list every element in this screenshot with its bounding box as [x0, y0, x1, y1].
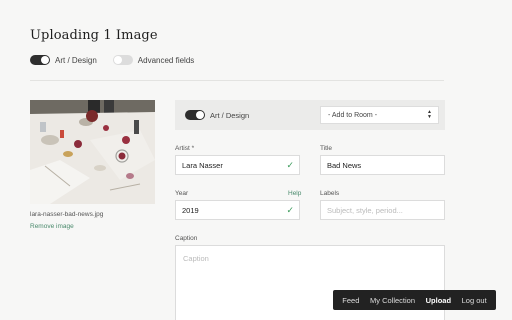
- year-label: Year: [175, 190, 189, 197]
- image-filename: lara-nasser-bad-news.jpg: [30, 211, 104, 218]
- toggle-knob: [41, 56, 49, 64]
- title-input[interactable]: Bad News: [320, 155, 445, 175]
- artist-value: Lara Nasser: [182, 160, 223, 170]
- artwork-image: [30, 100, 155, 204]
- page-title: Uploading 1 Image: [30, 28, 158, 43]
- toggle-knob: [113, 56, 122, 64]
- remove-image-link[interactable]: Remove image: [30, 223, 74, 230]
- nav-upload[interactable]: Upload: [426, 296, 451, 305]
- add-to-room-value: - Add to Room -: [328, 111, 378, 119]
- title-label: Title: [320, 145, 333, 152]
- nav-log-out[interactable]: Log out: [462, 296, 487, 305]
- art-design-toggle[interactable]: [30, 55, 50, 65]
- toggle-knob: [196, 111, 204, 119]
- artist-input[interactable]: Lara Nasser ✓: [175, 155, 300, 175]
- labels-placeholder: Subject, style, period...: [327, 205, 403, 215]
- bar-art-design-label: Art / Design: [210, 110, 250, 120]
- advanced-fields-toggle-label: Advanced fields: [137, 55, 195, 65]
- divider: [30, 80, 444, 81]
- select-arrows-icon: ▲ ▼: [427, 109, 432, 120]
- nav-feed[interactable]: Feed: [342, 296, 359, 305]
- advanced-fields-toggle-group[interactable]: Advanced fields: [112, 55, 195, 65]
- artwork-thumbnail: [30, 100, 155, 204]
- advanced-fields-toggle[interactable]: [112, 55, 133, 65]
- category-bar: Art / Design - Add to Room - ▲ ▼: [175, 100, 445, 130]
- caption-placeholder: Caption: [183, 254, 209, 263]
- art-design-toggle-label: Art / Design: [55, 55, 97, 65]
- labels-label: Labels: [320, 190, 340, 197]
- title-value: Bad News: [327, 160, 362, 170]
- artist-label: Artist *: [175, 145, 195, 152]
- check-icon: ✓: [286, 205, 294, 215]
- year-help-link[interactable]: Help: [288, 190, 301, 197]
- bar-art-design-toggle[interactable]: [185, 110, 205, 120]
- year-input[interactable]: 2019 ✓: [175, 200, 300, 220]
- top-toggles: Art / Design Advanced fields: [30, 55, 210, 65]
- year-value: 2019: [182, 205, 199, 215]
- check-icon: ✓: [286, 160, 294, 170]
- art-design-toggle-group[interactable]: Art / Design: [30, 55, 97, 65]
- caption-label: Caption: [175, 235, 198, 242]
- bottom-nav: Feed My Collection Upload Log out: [333, 290, 496, 310]
- add-to-room-select[interactable]: - Add to Room - ▲ ▼: [320, 106, 439, 124]
- nav-my-collection[interactable]: My Collection: [370, 296, 415, 305]
- labels-input[interactable]: Subject, style, period...: [320, 200, 445, 220]
